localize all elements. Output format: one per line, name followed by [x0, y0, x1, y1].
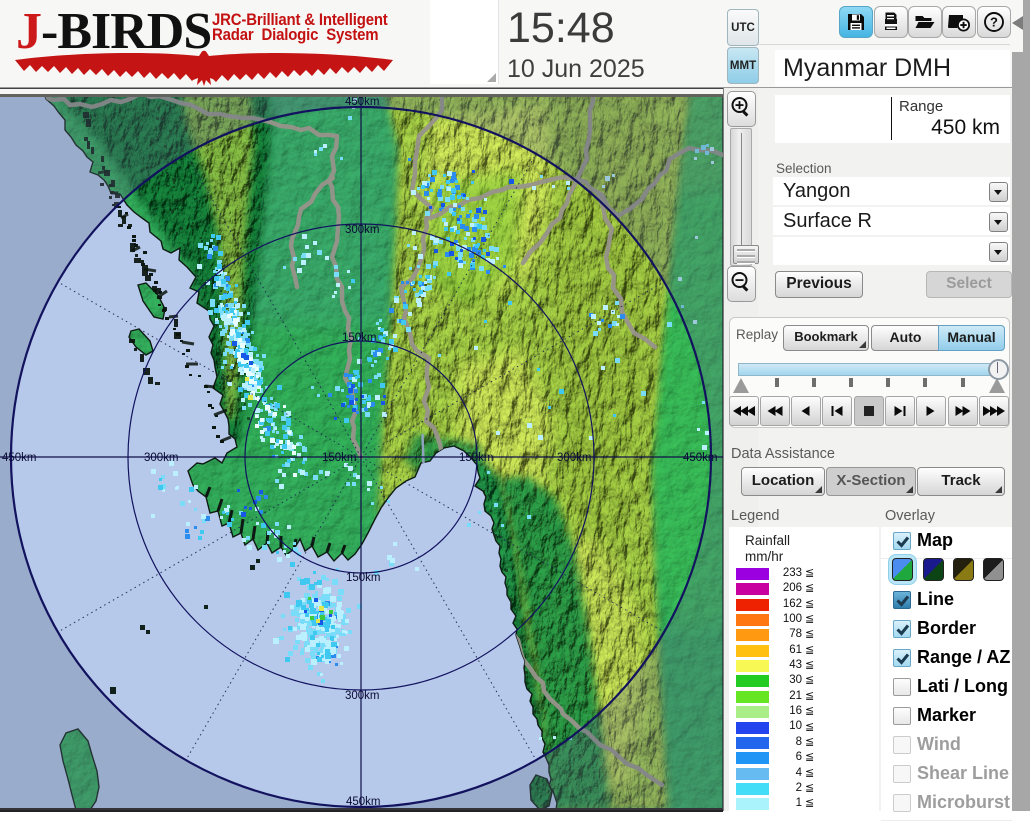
svg-text:450km: 450km: [2, 452, 37, 464]
svg-text:300km: 300km: [345, 690, 380, 702]
svg-text:300km: 300km: [345, 224, 380, 236]
svg-text:450km: 450km: [346, 796, 381, 808]
svg-text:150km: 150km: [346, 572, 381, 584]
svg-text:450km: 450km: [345, 96, 380, 108]
svg-text:150km: 150km: [459, 452, 494, 464]
svg-text:150km: 150km: [322, 452, 357, 464]
svg-text:300km: 300km: [557, 452, 592, 464]
svg-text:300km: 300km: [144, 452, 179, 464]
svg-text:150km: 150km: [342, 332, 377, 344]
svg-text:?: ?: [990, 15, 998, 30]
svg-text:450km: 450km: [683, 452, 718, 464]
